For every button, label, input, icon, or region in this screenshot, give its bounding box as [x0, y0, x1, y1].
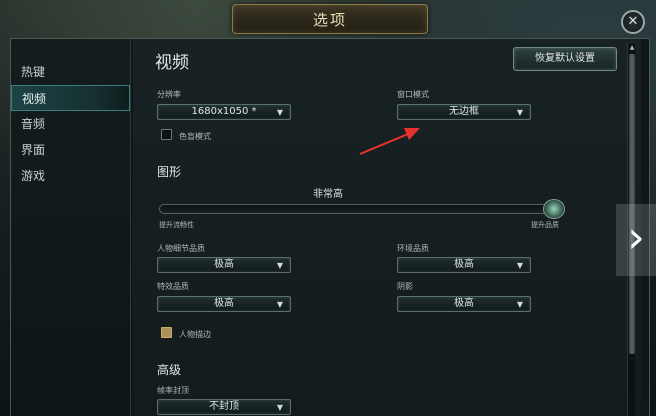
window-title: 选项: [312, 10, 347, 29]
close-icon[interactable]: ✕: [621, 10, 645, 34]
shadows-value: 极高: [454, 298, 474, 309]
slider-handle[interactable]: [543, 199, 565, 219]
effects-quality-value: 极高: [214, 298, 234, 309]
character-quality-dropdown[interactable]: 极高 ▼: [157, 257, 291, 273]
resolution-value: 1680x1050 *: [191, 106, 257, 117]
sidebar-item-game[interactable]: 游戏: [11, 163, 130, 189]
window-mode-value: 无边框: [449, 106, 479, 117]
shadows-dropdown[interactable]: 极高 ▼: [397, 296, 531, 312]
shadows-label: 阴影: [397, 282, 413, 291]
chevron-down-icon: ▼: [276, 403, 283, 412]
video-section-title: 视频: [155, 53, 189, 73]
chevron-down-icon: ▼: [276, 261, 283, 270]
slider-max-label: 提升品质: [531, 221, 559, 229]
chevron-down-icon: ▼: [276, 300, 283, 309]
chevron-down-icon: ▼: [516, 261, 523, 270]
window-mode-dropdown[interactable]: 无边框 ▼: [397, 104, 531, 120]
effects-quality-dropdown[interactable]: 极高 ▼: [157, 296, 291, 312]
environment-quality-dropdown[interactable]: 极高 ▼: [397, 257, 531, 273]
window-mode-label: 窗口模式: [397, 90, 429, 99]
frame-rate-cap-label: 帧率封顶: [157, 386, 189, 395]
sidebar-item-interface[interactable]: 界面: [11, 137, 130, 163]
character-outline-label: 人物描边: [179, 330, 211, 339]
settings-panel: 视频 恢复默认设置 分辨率 1680x1050 * ▼ 窗口模式 无边框 ▼ 色…: [133, 39, 641, 416]
reset-defaults-button[interactable]: 恢复默认设置: [513, 47, 617, 71]
character-quality-value: 极高: [214, 259, 234, 270]
scroll-up-icon[interactable]: ▲: [628, 44, 636, 52]
next-page-arrow-icon[interactable]: ›: [616, 204, 656, 276]
slider-min-label: 提升流畅性: [159, 221, 194, 229]
sidebar-item-audio[interactable]: 音频: [11, 111, 130, 137]
chevron-down-icon: ▼: [516, 300, 523, 309]
graphics-quality-slider[interactable]: [159, 204, 559, 214]
graphics-quality-value: 非常高: [313, 189, 343, 200]
environment-quality-value: 极高: [454, 259, 474, 270]
frame-rate-cap-dropdown[interactable]: 不封顶 ▼: [157, 399, 291, 415]
chevron-down-icon: ▼: [276, 108, 283, 117]
sidebar-item-hotkeys[interactable]: 热键: [11, 59, 130, 85]
environment-quality-label: 环境品质: [397, 244, 429, 253]
effects-quality-label: 特效品质: [157, 282, 189, 291]
resolution-dropdown[interactable]: 1680x1050 * ▼: [157, 104, 291, 120]
colorblind-label: 色盲模式: [179, 132, 211, 141]
sidebar-item-video[interactable]: 视频: [11, 85, 130, 111]
options-window: 热键 视频 音频 界面 游戏 视频 恢复默认设置 分辨率 1680x1050 *…: [10, 38, 650, 416]
sidebar: 热键 视频 音频 界面 游戏: [11, 39, 131, 416]
resolution-label: 分辨率: [157, 90, 181, 99]
character-quality-label: 人物细节品质: [157, 244, 205, 253]
graphics-section-title: 图形: [157, 165, 182, 179]
frame-rate-cap-value: 不封顶: [209, 401, 239, 412]
character-outline-checkbox[interactable]: [161, 327, 172, 338]
advanced-section-title: 高级: [157, 363, 182, 377]
window-title-bar: 选项: [232, 4, 428, 34]
chevron-down-icon: ▼: [516, 108, 523, 117]
colorblind-checkbox[interactable]: [161, 129, 172, 140]
